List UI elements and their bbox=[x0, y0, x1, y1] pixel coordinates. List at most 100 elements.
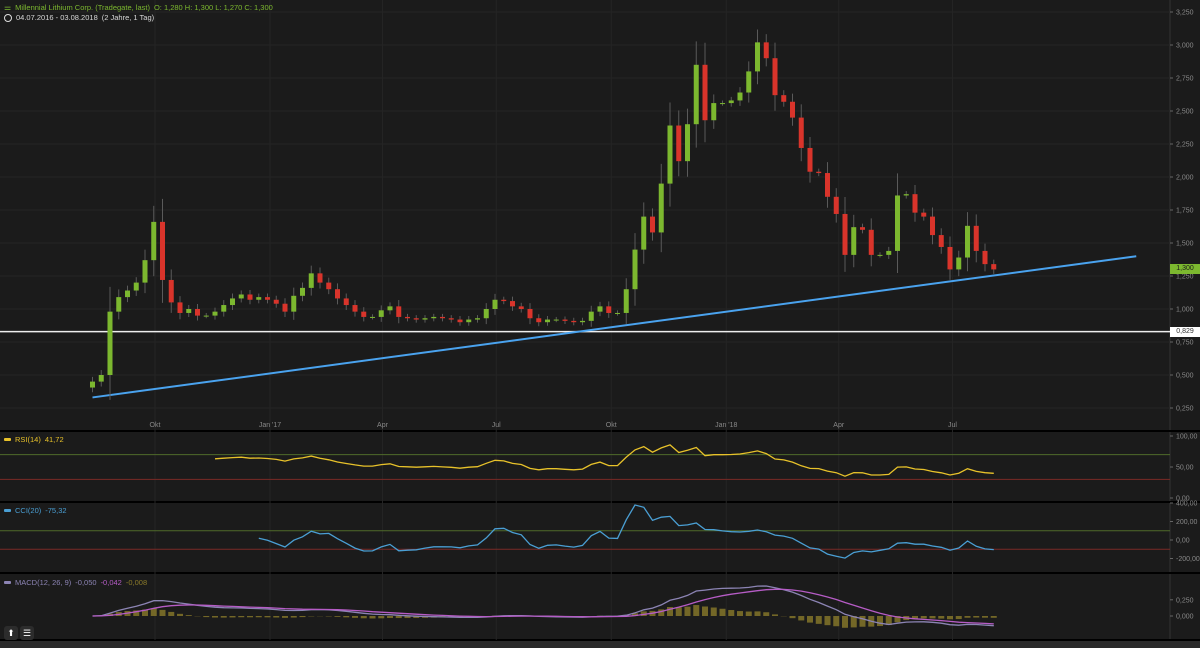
cci-legend: CCI(20) -75,32 bbox=[4, 506, 67, 515]
macd-swatch bbox=[4, 581, 11, 584]
candle bbox=[238, 294, 244, 299]
candle bbox=[518, 306, 524, 309]
candle bbox=[440, 316, 445, 319]
candle bbox=[151, 221, 157, 261]
macd-histogram-bar bbox=[973, 616, 980, 618]
layout-toggle-button[interactable]: ☰ bbox=[20, 626, 34, 640]
candle bbox=[825, 173, 830, 197]
macd-histogram-bar bbox=[675, 607, 682, 616]
x-tick-label: Okt bbox=[150, 422, 161, 429]
candle bbox=[632, 249, 638, 290]
macd-histogram-bar bbox=[343, 616, 350, 618]
x-tick-label: Apr bbox=[833, 422, 845, 429]
y-tick-label: 2,500 bbox=[1176, 109, 1194, 116]
candle bbox=[265, 297, 270, 300]
candle bbox=[702, 64, 708, 121]
candle bbox=[658, 183, 664, 233]
clock-icon bbox=[4, 13, 12, 22]
candle bbox=[247, 294, 253, 300]
macd-histogram-bar bbox=[238, 616, 245, 618]
candle bbox=[562, 319, 568, 321]
horizontal-scrollbar[interactable] bbox=[0, 641, 1200, 648]
y-tick-label: 400,00 bbox=[1176, 501, 1198, 508]
candle bbox=[396, 306, 402, 317]
macd-histogram-bar bbox=[929, 616, 936, 619]
x-tick-label: Jul bbox=[492, 422, 501, 429]
candle bbox=[326, 282, 332, 290]
candle bbox=[370, 316, 375, 318]
candle bbox=[203, 315, 209, 317]
candle bbox=[860, 227, 865, 230]
rsi-swatch bbox=[4, 438, 11, 441]
candle bbox=[790, 101, 795, 118]
macd-histogram-bar bbox=[737, 611, 743, 616]
macd-histogram-bar bbox=[282, 616, 288, 618]
candle bbox=[676, 125, 682, 162]
candlestick-icon: ⚌ bbox=[4, 3, 12, 12]
x-tick-label: Jan '18 bbox=[715, 422, 737, 429]
macd-histogram-bar bbox=[745, 611, 752, 616]
y-tick-label: 100,00 bbox=[1176, 434, 1198, 441]
macd-histogram-bar bbox=[684, 606, 691, 616]
candle bbox=[685, 124, 690, 162]
macd-histogram-bar bbox=[824, 616, 831, 626]
macd-value: -0,050 bbox=[75, 578, 97, 587]
y-tick-label: 3,250 bbox=[1176, 10, 1194, 17]
cci-name: CCI(20) bbox=[15, 506, 42, 515]
y-tick-label: 0,250 bbox=[1176, 406, 1194, 413]
chart-canvas[interactable]: 3,250 3,000 2,750 2,500 2,250 2,000 1,750 1,500… bbox=[0, 0, 1200, 648]
scroll-up-button[interactable]: ⬆ bbox=[4, 626, 18, 640]
date-range-header[interactable]: 04.07.2016 - 03.08.2018 (2 Jahre, 1 Tag) bbox=[4, 13, 154, 22]
rsi-value: 41,72 bbox=[44, 435, 64, 444]
y-tick-label: 3,000 bbox=[1176, 43, 1194, 50]
candle bbox=[965, 225, 970, 258]
macd-signal-value: -0,042 bbox=[100, 578, 122, 587]
candle bbox=[763, 42, 769, 59]
y-tick-label: 0,500 bbox=[1176, 373, 1194, 380]
candle bbox=[273, 299, 279, 304]
x-tick-label: Apr bbox=[377, 422, 389, 429]
candle bbox=[720, 103, 725, 105]
candle bbox=[746, 71, 752, 93]
candle bbox=[536, 318, 542, 323]
cci-swatch bbox=[4, 509, 11, 512]
y-tick-label: 1,750 bbox=[1176, 208, 1194, 215]
candle bbox=[571, 320, 577, 323]
candle bbox=[527, 309, 533, 319]
candle bbox=[851, 227, 857, 255]
macd-histogram-bar bbox=[360, 616, 367, 619]
candle bbox=[641, 216, 647, 250]
macd-histogram-bar bbox=[369, 616, 376, 619]
macd-histogram-bar bbox=[290, 616, 297, 618]
macd-histogram-bar bbox=[185, 615, 192, 616]
macd-histogram-bar bbox=[772, 614, 778, 616]
macd-histogram-bar bbox=[220, 616, 227, 618]
y-tick-label: 1,000 bbox=[1176, 307, 1194, 314]
macd-histogram-bar bbox=[334, 616, 341, 617]
candle bbox=[343, 298, 349, 306]
macd-histogram-bar bbox=[789, 616, 796, 619]
candle bbox=[938, 235, 944, 247]
candle bbox=[615, 312, 620, 314]
candle bbox=[755, 42, 760, 72]
candle bbox=[256, 297, 262, 300]
candle bbox=[291, 295, 297, 312]
candle bbox=[982, 250, 988, 265]
macd-histogram-bar bbox=[168, 611, 175, 616]
candle bbox=[781, 95, 787, 102]
y-tick-label: 0,00 bbox=[1176, 538, 1190, 545]
macd-histogram-bar bbox=[982, 616, 988, 618]
candle bbox=[431, 316, 437, 319]
macd-histogram-bar bbox=[754, 611, 761, 616]
macd-histogram-bar bbox=[159, 609, 166, 616]
y-tick-label: -200,00 bbox=[1176, 556, 1200, 563]
candle bbox=[588, 311, 594, 321]
candle bbox=[168, 279, 174, 303]
macd-histogram-bar bbox=[955, 616, 962, 620]
candle bbox=[457, 319, 463, 323]
macd-histogram-bar bbox=[247, 616, 253, 618]
candle bbox=[317, 273, 323, 283]
macd-histogram-bar bbox=[798, 616, 805, 621]
candle bbox=[868, 229, 874, 255]
macd-histogram-bar bbox=[255, 616, 262, 618]
